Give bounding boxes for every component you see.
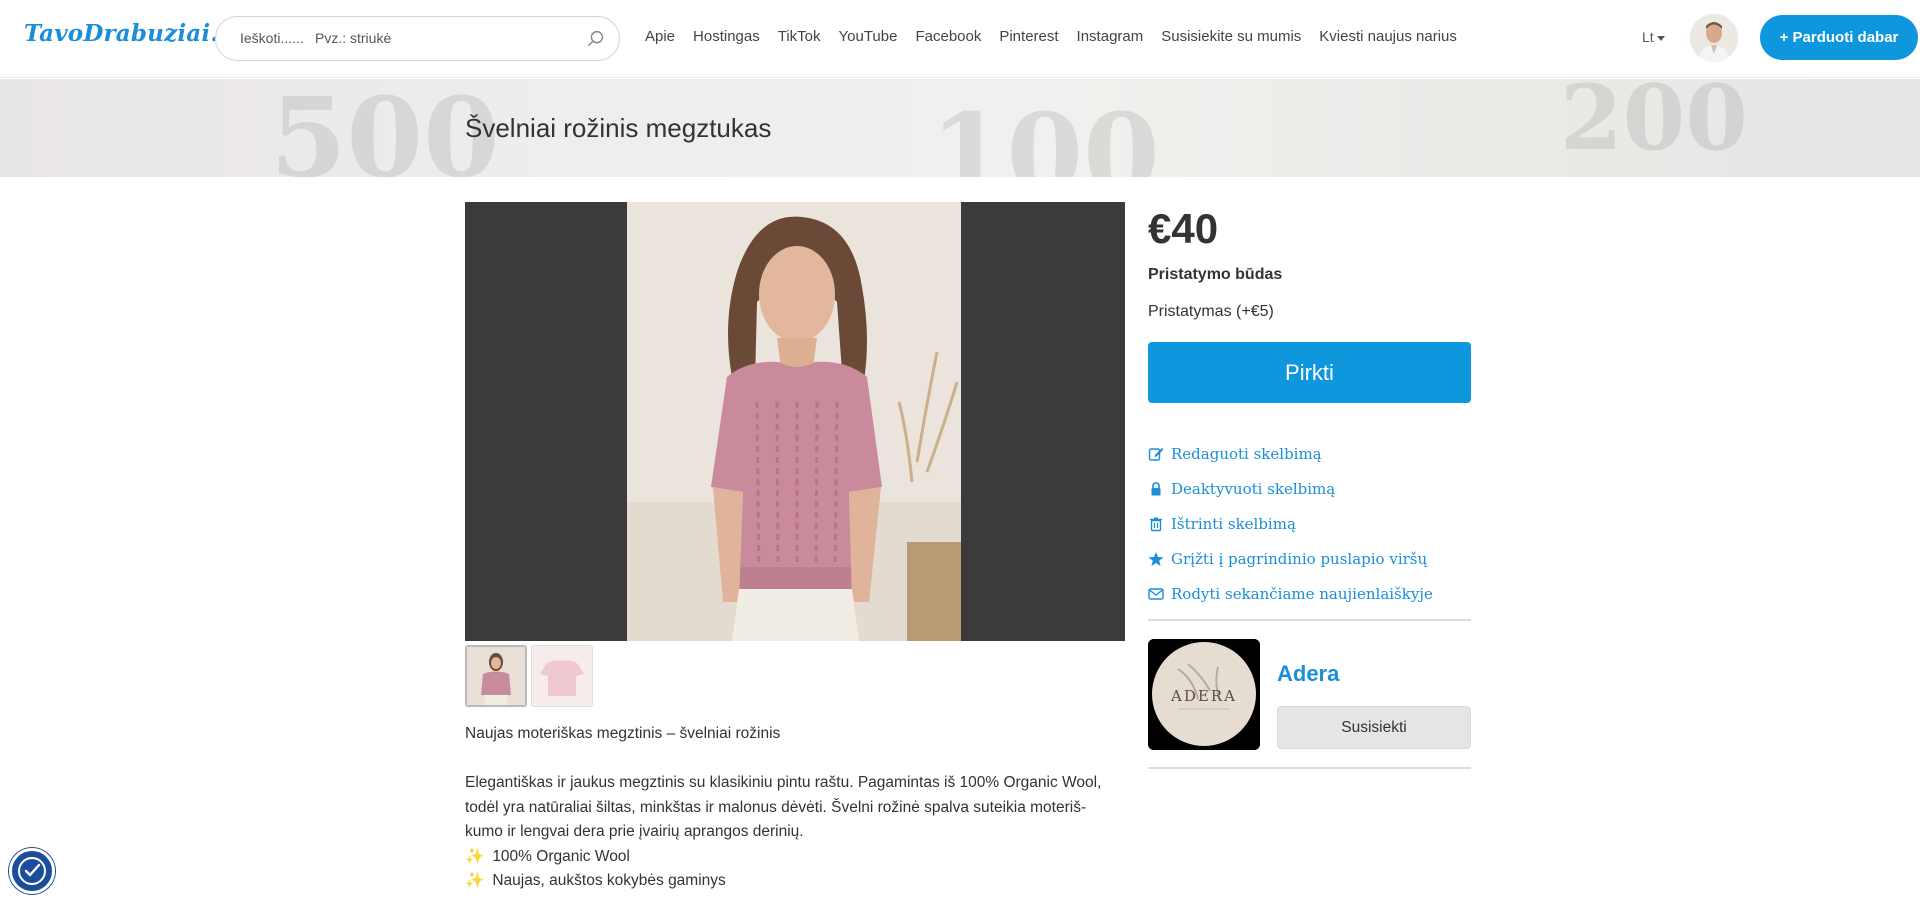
edit-listing-link[interactable]: Redaguoti skelbimą [1148,436,1433,471]
description-line: kumo ir lengvai dera prie įvairių aprang… [465,823,804,840]
description-line: Elegantiškas ir jaukus megztinis su klas… [465,774,1102,791]
action-label: Ištrinti skelbimą [1171,514,1296,533]
star-icon [1148,551,1164,566]
edit-icon [1148,447,1164,461]
thumbnail-1[interactable] [465,645,527,707]
lock-icon [1151,481,1161,495]
price: €40 [1148,205,1219,252]
description-bullet: ✨ 100% Organic Wool [465,847,630,865]
nav-item-invite[interactable]: Kviesti naujus narius [1319,28,1457,45]
trash-icon [1150,517,1162,531]
banner-decoration: 100 [930,89,1160,177]
search-bar[interactable]: Ieškoti...... Pvz.: striukė [215,16,620,61]
nav-item-tiktok[interactable]: TikTok [778,28,821,45]
seller-logo[interactable]: ADERA [1148,639,1260,750]
sparkle-icon: ✨ [465,847,485,865]
divider [1148,619,1471,621]
page-title: Švelniai rožinis megztukas [465,113,772,143]
nav-item-apie[interactable]: Apie [645,28,675,45]
deactivate-listing-link[interactable]: Deaktyvuoti skelbimą [1148,471,1433,506]
product-description: Naujas moteriškas megztinis – švelniai r… [465,722,1125,894]
product-photo[interactable] [627,202,961,641]
buy-button[interactable]: Pirkti [1148,342,1471,403]
thumbnail-image [467,647,525,705]
seller-logo-text: ADERA [1170,687,1237,705]
nav-item-hostingas[interactable]: Hostingas [693,28,760,45]
listing-actions: Redaguoti skelbimą Deaktyvuoti skelbimą … [1148,436,1433,611]
banner-decoration: 200 [1560,79,1748,171]
site-header: TavoDrabuziai.lt Ieškoti...... Pvz.: str… [0,0,1920,78]
shipping-option[interactable]: Pristatymas (+€5) [1148,303,1274,321]
nav-item-instagram[interactable]: Instagram [1077,28,1144,45]
avatar-image [1690,14,1738,62]
language-selector[interactable]: Lt [1642,29,1665,45]
delete-listing-link[interactable]: Ištrinti skelbimą [1148,506,1433,541]
action-label: Grįžti į pagrindinio puslapio viršų [1171,549,1428,568]
divider [1148,767,1471,769]
seller-logo-image: ADERA [1148,639,1260,750]
accessibility-button[interactable] [9,848,55,894]
sparkle-icon: ✨ [465,872,485,889]
search-input[interactable]: Ieškoti...... [240,30,304,46]
thumbnail-strip [465,645,593,707]
thumbnail-2[interactable] [531,645,593,707]
description-heading: Naujas moteriškas megztinis – švelniai r… [465,725,781,742]
main-nav: Apie Hostingas TikTok YouTube Facebook P… [645,28,1475,45]
newsletter-link[interactable]: Rodyti sekančiame naujienlaiškyje [1148,576,1433,611]
sell-now-button[interactable]: + Parduoti dabar [1760,15,1918,60]
nav-item-pinterest[interactable]: Pinterest [999,28,1058,45]
description-line: todėl yra natūraliai šiltas, minkštas ir… [465,798,1087,816]
action-label: Rodyti sekančiame naujienlaiškyje [1171,584,1433,603]
bump-listing-link[interactable]: Grįžti į pagrindinio puslapio viršų [1148,541,1433,576]
nav-item-facebook[interactable]: Facebook [915,28,981,45]
accessibility-icon [18,857,46,885]
description-bullet: ✨ Naujas, aukštos kokybės gaminys [465,872,726,889]
shipping-title: Pristatymo būdas [1148,266,1283,283]
contact-seller-button[interactable]: Susisiekti [1277,706,1471,749]
product-image [627,202,961,641]
envelope-icon [1148,587,1164,600]
language-label: Lt [1642,29,1654,45]
site-logo[interactable]: TavoDrabuziai.lt [24,20,238,47]
user-avatar[interactable] [1690,14,1738,62]
chevron-down-icon [1656,35,1665,41]
nav-item-contact[interactable]: Susisiekite su mumis [1161,28,1301,45]
search-icon[interactable] [585,28,607,50]
thumbnail-image [532,646,592,706]
image-gallery[interactable] [465,202,1125,641]
action-label: Redaguoti skelbimą [1171,444,1322,463]
nav-item-youtube[interactable]: YouTube [839,28,898,45]
action-label: Deaktyvuoti skelbimą [1171,479,1336,498]
seller-name[interactable]: Adera [1277,661,1339,687]
search-hint: Pvz.: striukė [315,30,392,46]
title-banner: 500 100 200 Švelniai rožinis megztukas [0,79,1920,177]
